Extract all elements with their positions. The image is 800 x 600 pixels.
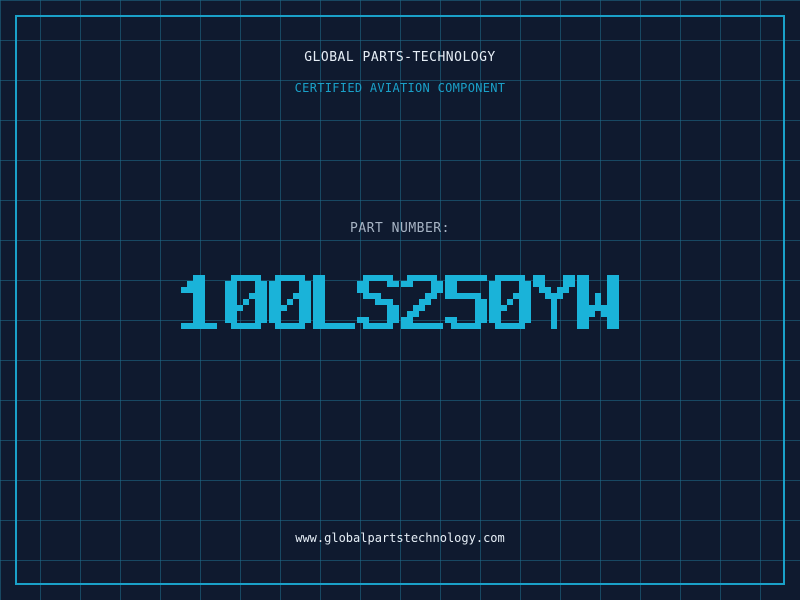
- part-number-char: [313, 275, 355, 329]
- part-number-char: [445, 275, 487, 329]
- part-number-char: [225, 275, 267, 329]
- certificate-card: GLOBAL PARTS-TECHNOLOGY CERTIFIED AVIATI…: [0, 0, 800, 600]
- part-number-label: PART NUMBER:: [350, 221, 450, 236]
- part-number-char: [533, 275, 575, 329]
- part-number-char: [181, 275, 217, 329]
- part-number-char: [577, 275, 619, 329]
- part-number-char: [401, 275, 443, 329]
- part-number-char: [357, 275, 399, 329]
- certification-subtitle: CERTIFIED AVIATION COMPONENT: [294, 81, 506, 95]
- part-number-char: [489, 275, 531, 329]
- part-number-char: [269, 275, 311, 329]
- part-number-pixel-text: [181, 275, 619, 329]
- website-link[interactable]: www.globalpartstechnology.com: [0, 531, 800, 545]
- part-number-display: [0, 262, 800, 342]
- company-name: GLOBAL PARTS-TECHNOLOGY: [304, 50, 496, 65]
